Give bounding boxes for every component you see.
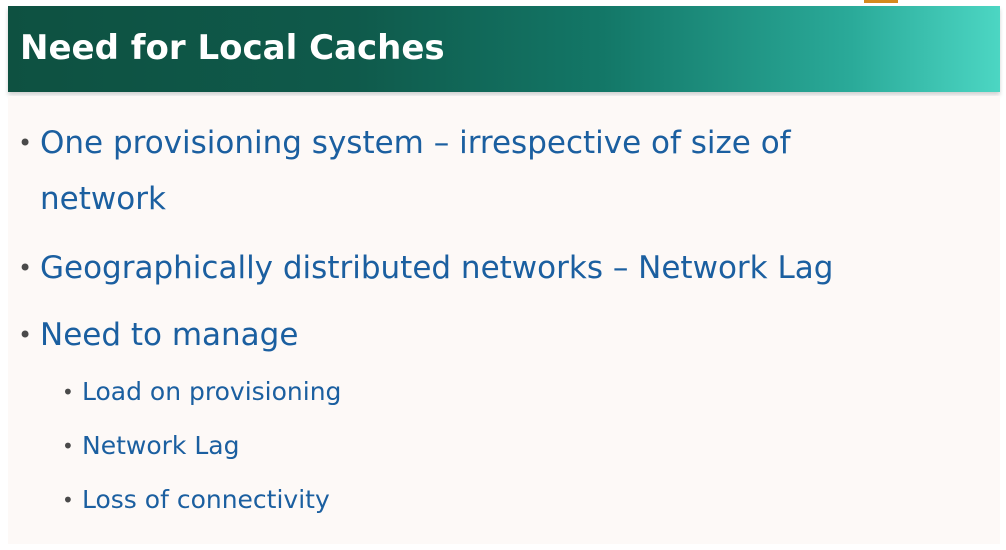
bullet-text-3: Need to manage: [40, 317, 299, 353]
sub-bullet-dot: •: [62, 380, 74, 404]
sub-bullet-text-1: Load on provisioning: [82, 377, 342, 406]
slide-title: Need for Local Caches: [20, 28, 445, 68]
bullet-item-3: • Need to manage: [18, 307, 299, 363]
bullet-text-1-line-2: network: [40, 181, 166, 217]
bullet-dot: •: [18, 254, 33, 282]
sub-bullet-item-3: • Loss of connectivity: [62, 480, 330, 520]
bullet-dot: •: [18, 129, 33, 157]
slide: Need for Local Caches • One provisioning…: [0, 0, 1006, 550]
bullet-text-1-line-1: One provisioning system – irrespective o…: [40, 125, 791, 161]
sub-bullet-item-1: • Load on provisioning: [62, 372, 342, 412]
sub-bullet-item-2: • Network Lag: [62, 426, 240, 466]
corner-accent-mark: [864, 0, 898, 3]
sub-bullet-dot: •: [62, 434, 74, 458]
bullet-item-1: • One provisioning system – irrespective…: [18, 115, 791, 171]
sub-bullet-text-2: Network Lag: [82, 431, 240, 460]
title-bar: Need for Local Caches: [8, 6, 1000, 92]
bullet-item-2: • Geographically distributed networks – …: [18, 240, 834, 296]
bullet-text-2: Geographically distributed networks – Ne…: [40, 250, 834, 286]
bullet-item-1-continuation: network: [40, 171, 166, 227]
sub-bullet-dot: •: [62, 488, 74, 512]
slide-content: • One provisioning system – irrespective…: [8, 96, 1000, 544]
bullet-dot: •: [18, 321, 33, 349]
sub-bullet-text-3: Loss of connectivity: [82, 485, 330, 514]
